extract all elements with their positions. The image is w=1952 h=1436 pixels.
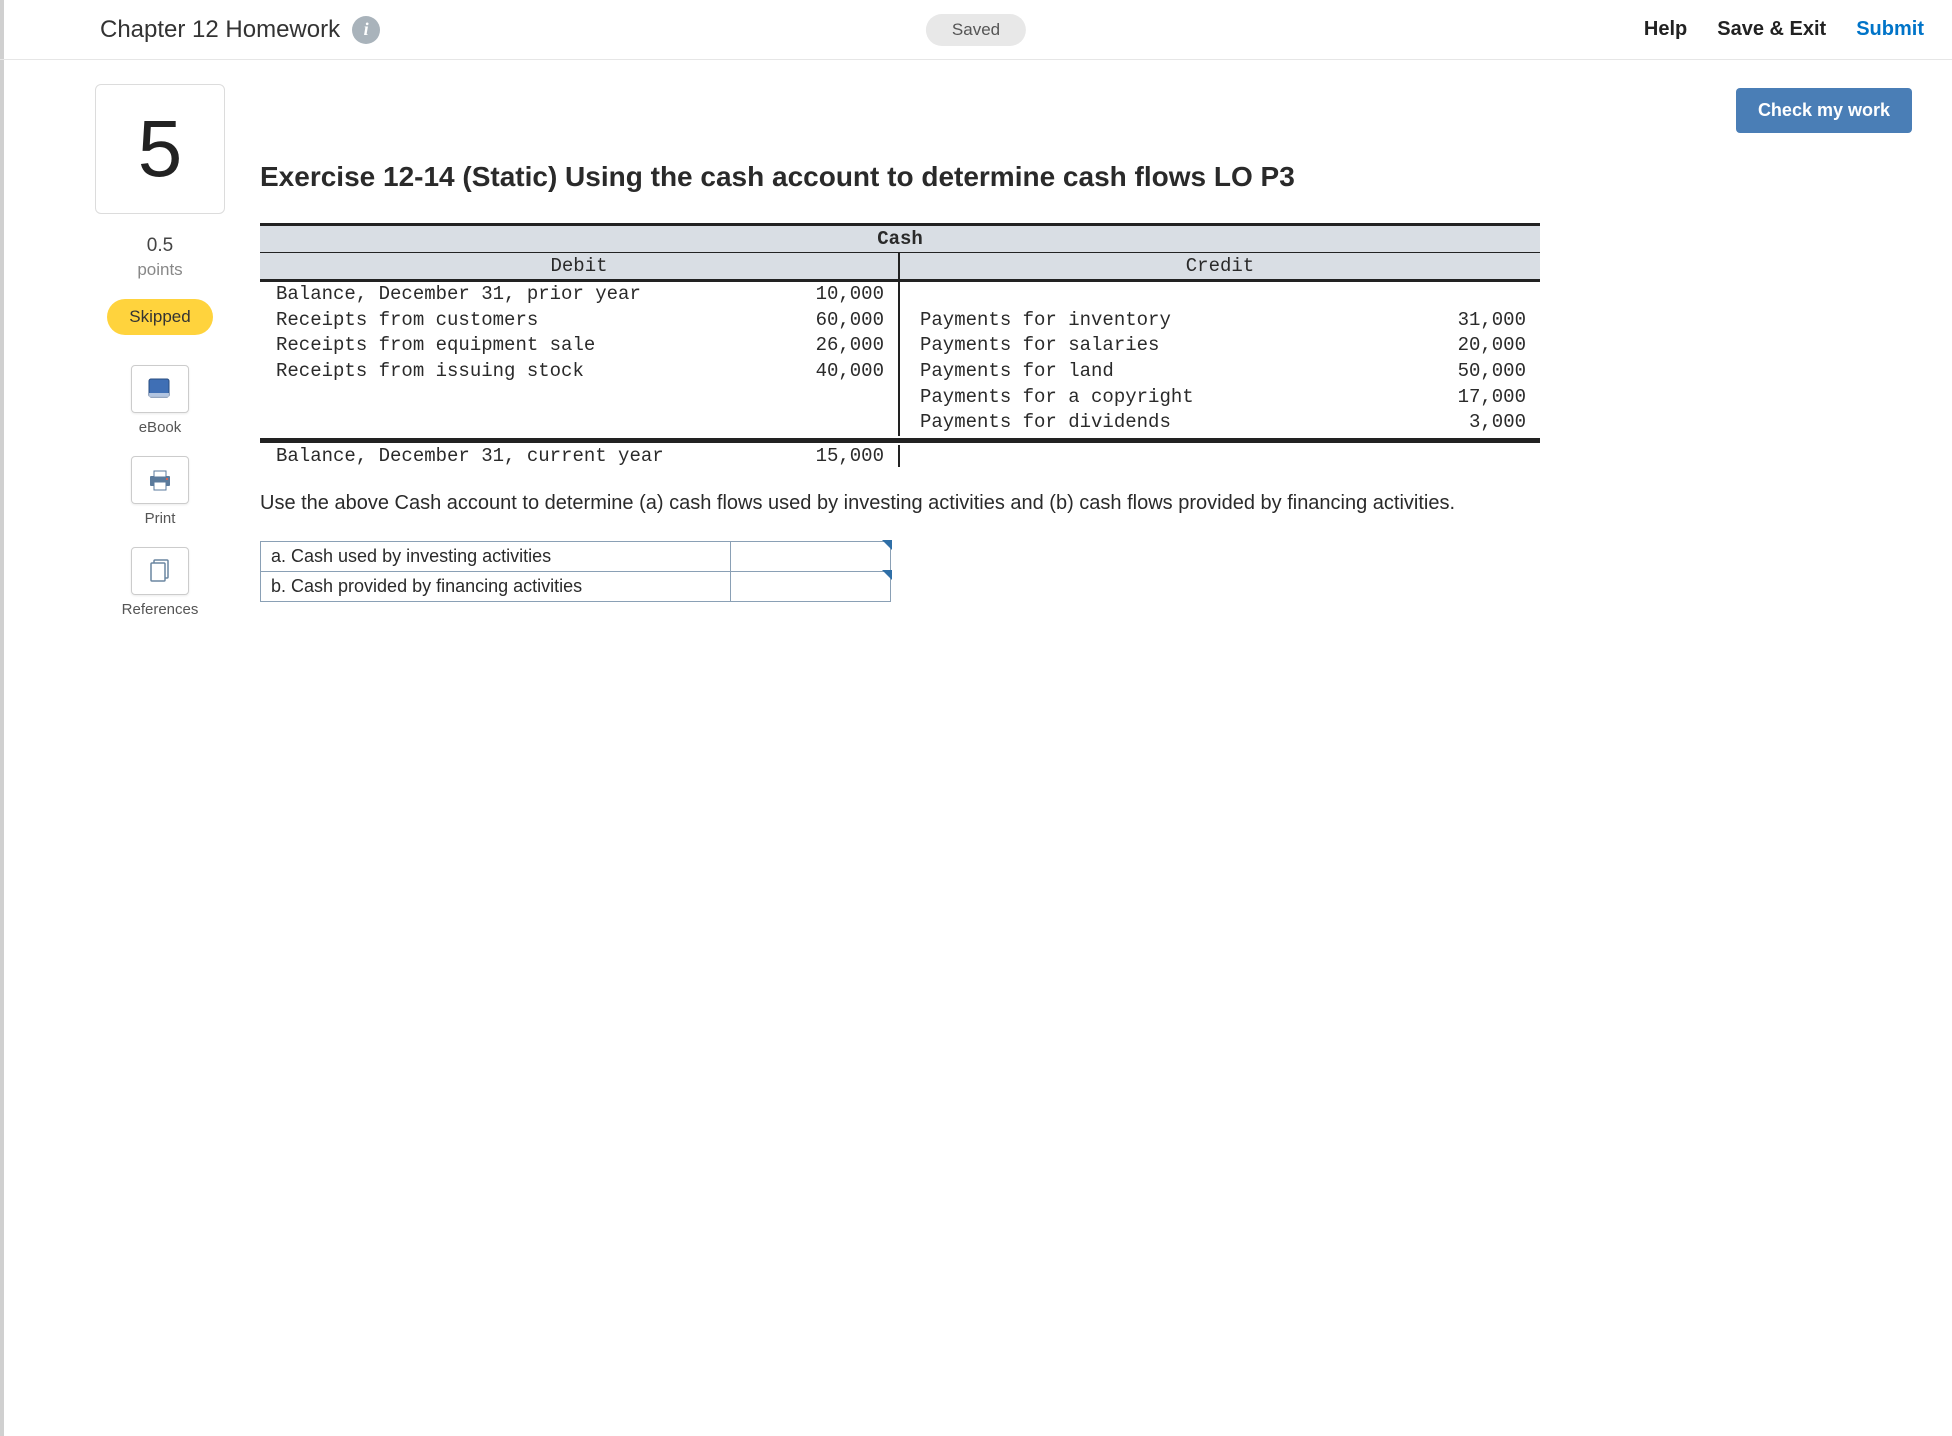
debit-header: Debit bbox=[260, 253, 900, 279]
documents-icon bbox=[131, 547, 189, 595]
ebook-button[interactable]: eBook bbox=[119, 365, 201, 436]
info-icon[interactable]: i bbox=[352, 16, 380, 44]
answer-row: a. Cash used by investing activities bbox=[261, 541, 891, 571]
credit-header: Credit bbox=[900, 253, 1540, 279]
ending-balance-row: Balance, December 31, current year 15,00… bbox=[260, 445, 1540, 467]
answer-label-a: a. Cash used by investing activities bbox=[261, 541, 731, 571]
t-account-title: Cash bbox=[260, 223, 1540, 253]
answer-table: a. Cash used by investing activities b. … bbox=[260, 541, 891, 602]
answer-row: b. Cash provided by financing activities bbox=[261, 571, 891, 601]
points-label: 0.5 points bbox=[137, 234, 182, 281]
points-value: 0.5 bbox=[137, 234, 182, 259]
submit-link[interactable]: Submit bbox=[1856, 18, 1924, 41]
credit-row: Payments for salaries20,000 bbox=[900, 333, 1540, 359]
assignment-title: Chapter 12 Homework bbox=[100, 16, 340, 44]
question-number[interactable]: 5 bbox=[95, 84, 225, 214]
debit-row: Receipts from issuing stock40,000 bbox=[260, 359, 898, 385]
answer-label-b: b. Cash provided by financing activities bbox=[261, 571, 731, 601]
credit-column: Payments for inventory31,000 Payments fo… bbox=[900, 282, 1540, 436]
debit-row: Receipts from customers60,000 bbox=[260, 308, 898, 334]
printer-icon bbox=[131, 456, 189, 504]
references-button[interactable]: References bbox=[119, 547, 201, 618]
main-content: Check my work Exercise 12-14 (Static) Us… bbox=[260, 84, 1912, 638]
references-label: References bbox=[122, 601, 199, 618]
saved-indicator: Saved bbox=[926, 14, 1026, 46]
instructions-text: Use the above Cash account to determine … bbox=[260, 489, 1560, 517]
top-actions: Help Save & Exit Submit bbox=[1644, 18, 1924, 41]
credit-row: Payments for dividends3,000 bbox=[900, 410, 1540, 436]
skipped-badge: Skipped bbox=[107, 299, 212, 335]
credit-row: Payments for land50,000 bbox=[900, 359, 1540, 385]
book-icon bbox=[131, 365, 189, 413]
help-link[interactable]: Help bbox=[1644, 18, 1687, 41]
debit-row: Receipts from equipment sale26,000 bbox=[260, 333, 898, 359]
debit-row: Balance, December 31, prior year10,000 bbox=[260, 282, 898, 308]
sidebar: 5 0.5 points Skipped eBook Print Referen… bbox=[90, 84, 230, 638]
print-label: Print bbox=[145, 510, 176, 527]
credit-row: Payments for a copyright17,000 bbox=[900, 385, 1540, 411]
answer-input-b[interactable] bbox=[731, 572, 890, 601]
answer-input-a[interactable] bbox=[731, 542, 890, 571]
points-word: points bbox=[137, 259, 182, 281]
debit-column: Balance, December 31, prior year10,000 R… bbox=[260, 282, 900, 436]
credit-row: Payments for inventory31,000 bbox=[900, 308, 1540, 334]
print-button[interactable]: Print bbox=[119, 456, 201, 527]
top-bar: Chapter 12 Homework i Saved Help Save & … bbox=[0, 0, 1952, 60]
save-exit-link[interactable]: Save & Exit bbox=[1717, 18, 1826, 41]
t-account-cash: Cash Debit Credit Balance, December 31, … bbox=[260, 223, 1540, 467]
ebook-label: eBook bbox=[139, 419, 182, 436]
check-my-work-button[interactable]: Check my work bbox=[1736, 88, 1912, 133]
exercise-title: Exercise 12-14 (Static) Using the cash a… bbox=[260, 161, 1912, 193]
